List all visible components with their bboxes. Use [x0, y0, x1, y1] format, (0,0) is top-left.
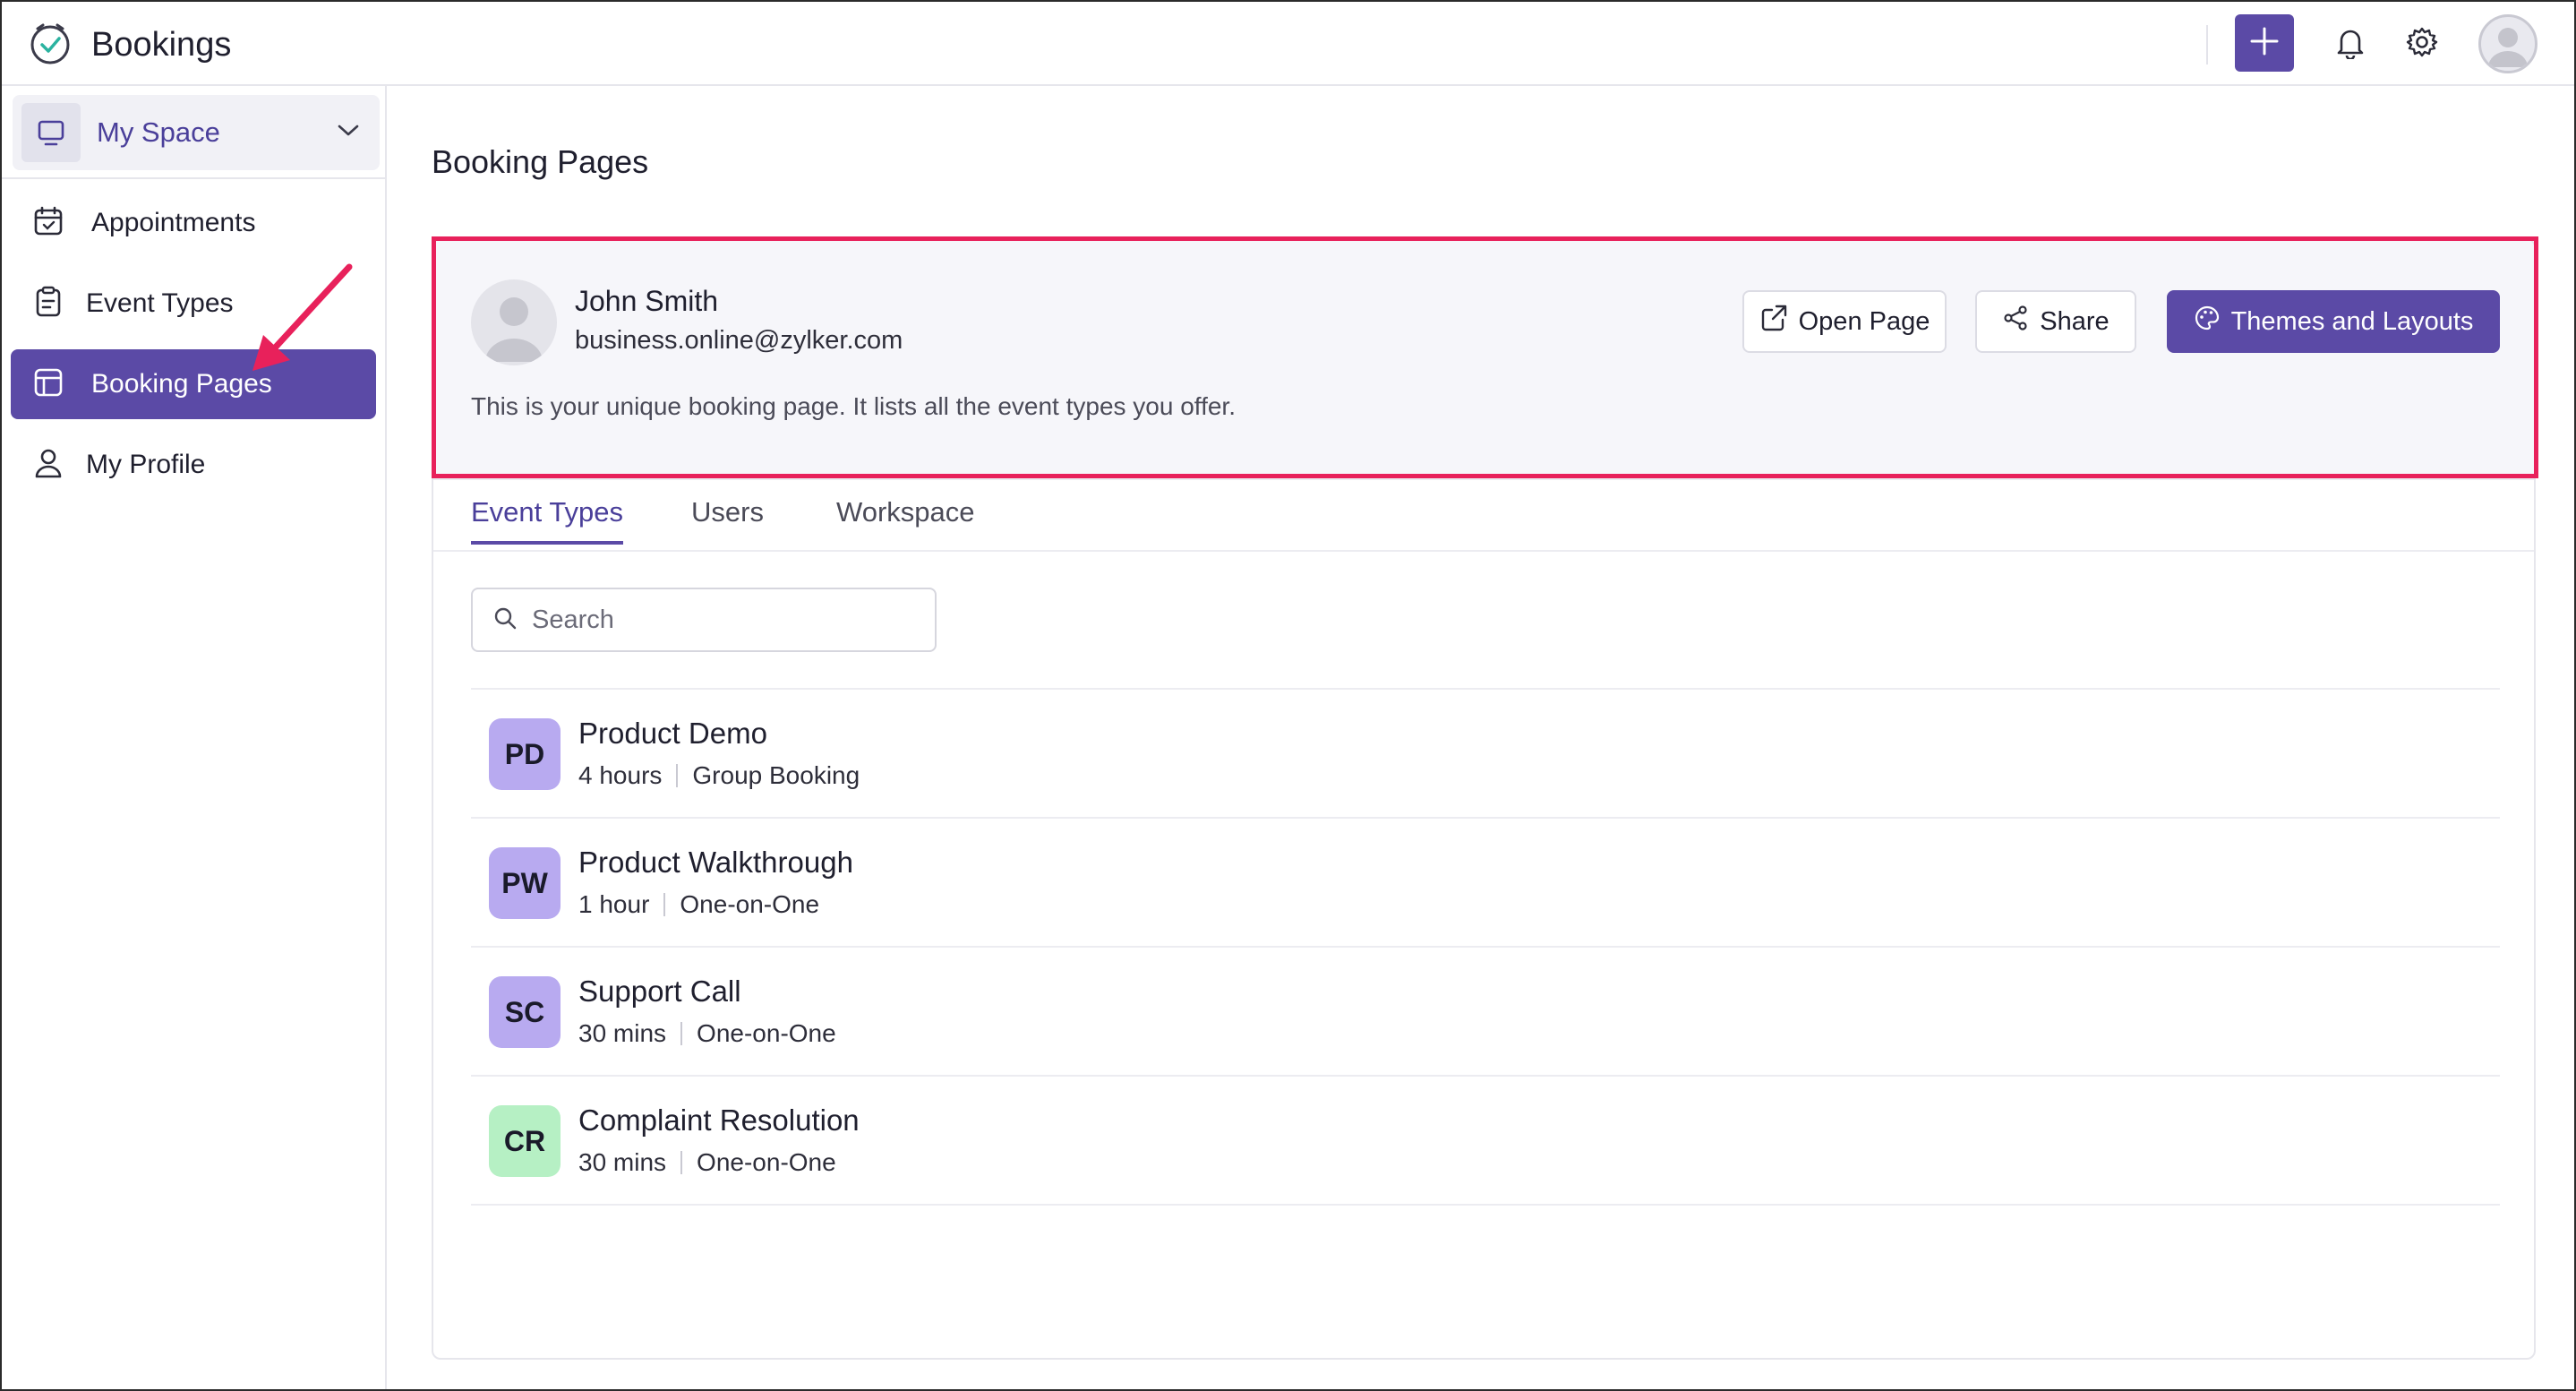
- layout-icon: [32, 366, 64, 403]
- app-title: Bookings: [91, 26, 232, 64]
- sidebar-item-my-profile[interactable]: My Profile: [11, 430, 376, 500]
- top-bar: Bookings: [2, 2, 2574, 86]
- list-item[interactable]: PD Product Demo 4 hours Group Booking: [471, 690, 2500, 819]
- sidebar-item-label: Event Types: [86, 288, 234, 318]
- meta-separator: [680, 1022, 683, 1045]
- profile-avatar: [471, 279, 557, 365]
- avatar-person-icon: [2488, 28, 2528, 67]
- space-label: My Space: [97, 116, 220, 148]
- chevron-down-icon: [337, 124, 360, 142]
- event-title: Complaint Resolution: [578, 1103, 860, 1137]
- event-title: Product Demo: [578, 717, 767, 750]
- meta-separator: [680, 1151, 683, 1174]
- gear-icon: [2405, 25, 2439, 64]
- user-avatar[interactable]: [2478, 14, 2537, 73]
- open-page-button[interactable]: Open Page: [1742, 290, 1947, 353]
- event-initials-badge: PD: [489, 718, 561, 790]
- notifications-button[interactable]: [2330, 23, 2371, 64]
- profile-email: business.online@zylker.com: [575, 326, 903, 355]
- event-initials-badge: SC: [489, 976, 561, 1048]
- create-button[interactable]: [2235, 14, 2294, 72]
- themes-label: Themes and Layouts: [2230, 306, 2474, 336]
- meta-separator: [663, 893, 666, 916]
- space-icon-box: [21, 103, 81, 162]
- clipboard-icon: [32, 286, 64, 322]
- event-type: One-on-One: [680, 890, 820, 918]
- event-type: Group Booking: [692, 761, 860, 789]
- sidebar-item-booking-pages[interactable]: Booking Pages: [11, 349, 376, 419]
- tab-bar: Event Types Users Workspace: [433, 480, 2534, 552]
- space-selector[interactable]: My Space: [13, 95, 380, 170]
- event-title: Support Call: [578, 975, 741, 1008]
- tab-users[interactable]: Users: [691, 496, 764, 541]
- bell-icon: [2334, 25, 2366, 64]
- list-item[interactable]: SC Support Call 30 mins One-on-One: [471, 948, 2500, 1077]
- sidebar-item-event-types[interactable]: Event Types: [11, 269, 376, 339]
- sidebar: My Space Appointments Event Types Bookin…: [2, 86, 387, 1389]
- plus-icon: [2249, 26, 2280, 61]
- tab-event-types[interactable]: Event Types: [471, 496, 624, 545]
- app-window: Bookings My Space Appointments Event Typ…: [0, 0, 2576, 1391]
- monitor-icon: [38, 120, 64, 146]
- search-box: [471, 588, 937, 652]
- share-label: Share: [2040, 306, 2110, 336]
- settings-button[interactable]: [2401, 23, 2443, 64]
- themes-and-layouts-button[interactable]: Themes and Layouts: [2167, 290, 2500, 353]
- booking-page-card: John Smith business.online@zylker.com Th…: [432, 238, 2536, 1360]
- list-item[interactable]: CR Complaint Resolution 30 mins One-on-O…: [471, 1077, 2500, 1206]
- avatar-person-icon: [485, 297, 543, 362]
- event-initials-badge: CR: [489, 1105, 561, 1177]
- event-meta: 30 mins One-on-One: [578, 1019, 836, 1048]
- topbar-divider: [2206, 25, 2208, 64]
- user-icon: [32, 447, 64, 484]
- event-duration: 30 mins: [578, 1019, 667, 1047]
- sidebar-item-label: My Profile: [86, 450, 206, 479]
- tab-workspace[interactable]: Workspace: [836, 496, 975, 541]
- sidebar-item-label: Appointments: [91, 208, 256, 237]
- event-meta: 1 hour One-on-One: [578, 890, 819, 919]
- share-icon: [2002, 305, 2029, 339]
- search-input[interactable]: [532, 605, 926, 635]
- event-meta: 4 hours Group Booking: [578, 761, 860, 790]
- sidebar-item-appointments[interactable]: Appointments: [11, 188, 376, 258]
- external-link-icon: [1759, 304, 1788, 339]
- sidebar-item-label: Booking Pages: [91, 369, 272, 399]
- event-duration: 1 hour: [578, 890, 650, 918]
- meta-separator: [676, 764, 679, 787]
- profile-name: John Smith: [575, 285, 719, 317]
- event-duration: 30 mins: [578, 1148, 667, 1176]
- search-icon: [492, 605, 518, 635]
- page-title: Booking Pages: [432, 143, 649, 180]
- palette-icon: [2194, 305, 2221, 339]
- sidebar-divider: [2, 177, 385, 179]
- event-title: Product Walkthrough: [578, 846, 853, 879]
- event-initials-badge: PW: [489, 847, 561, 919]
- event-duration: 4 hours: [578, 761, 663, 789]
- event-meta: 30 mins One-on-One: [578, 1148, 836, 1177]
- main-content: Booking Pages John Smith business.online…: [389, 88, 2574, 1389]
- bookings-logo-icon: [27, 20, 73, 71]
- profile-section: John Smith business.online@zylker.com Th…: [433, 240, 2534, 480]
- open-page-label: Open Page: [1798, 306, 1930, 336]
- brand[interactable]: Bookings: [27, 20, 231, 71]
- event-type: One-on-One: [697, 1019, 836, 1047]
- profile-description: This is your unique booking page. It lis…: [471, 392, 1236, 420]
- share-button[interactable]: Share: [1975, 290, 2136, 353]
- event-type: One-on-One: [697, 1148, 836, 1176]
- calendar-icon: [32, 205, 64, 242]
- list-item[interactable]: PW Product Walkthrough 1 hour One-on-One: [471, 819, 2500, 948]
